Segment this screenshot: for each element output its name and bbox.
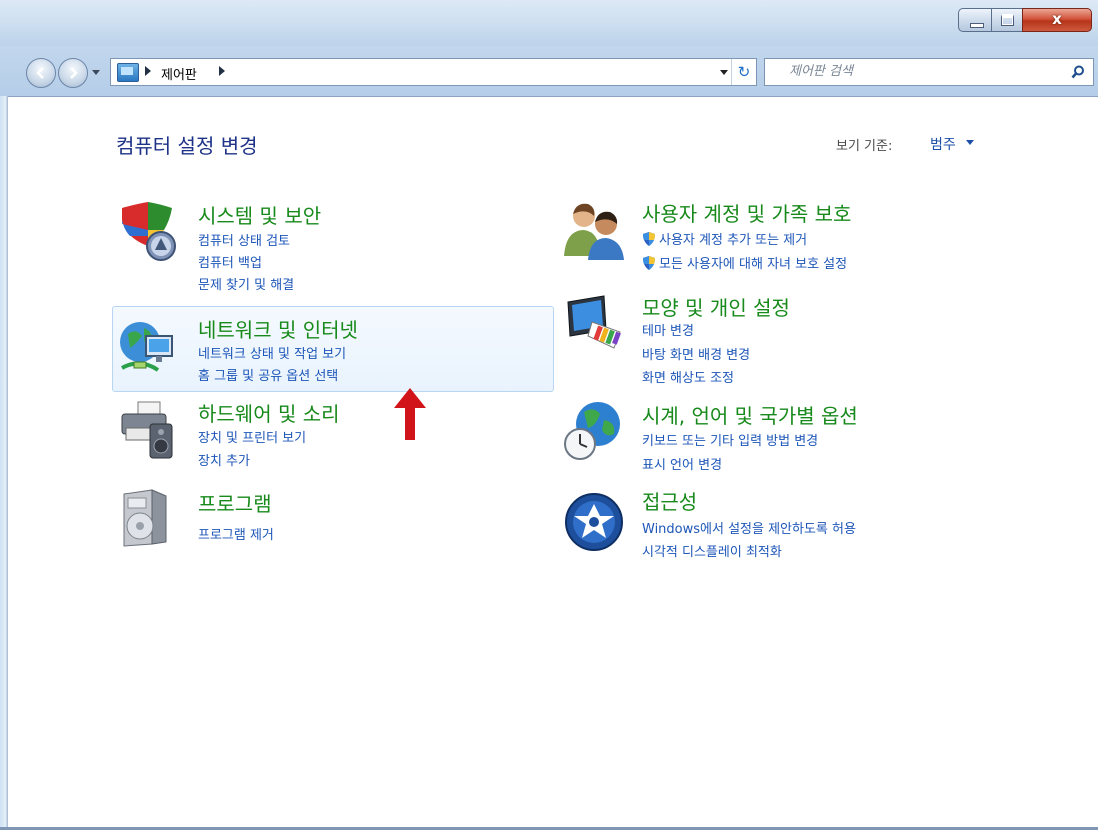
chevron-right-icon[interactable] [145,66,151,76]
refresh-button[interactable]: ↻ [731,59,756,85]
page-title: 컴퓨터 설정 변경 [116,134,258,158]
search-box[interactable] [764,58,1094,86]
link-adjust-resolution[interactable]: 화면 해상도 조정 [642,367,734,386]
back-button[interactable] [26,58,56,88]
category-title[interactable]: 네트워크 및 인터넷 [198,314,358,343]
category-title[interactable]: 접근성 [642,486,697,515]
ease-of-access-icon[interactable] [562,490,626,554]
annotation-arrow-icon [394,388,426,440]
chevron-right-icon[interactable] [219,66,225,76]
link-parental-controls[interactable]: 모든 사용자에 대해 자녀 보호 설정 [642,253,847,272]
control-panel-window: x 제어판 ↻ 컴퓨터 설정 변경 보기 기준: 범주 [0,0,1098,830]
address-history-dropdown[interactable] [720,70,728,75]
window-left-border [0,96,8,830]
link-change-display-language[interactable]: 표시 언어 변경 [642,454,722,473]
link-add-remove-accounts[interactable]: 사용자 계정 추가 또는 제거 [642,229,807,248]
link-devices-printers[interactable]: 장치 및 프린터 보기 [198,427,306,446]
address-bar[interactable]: 제어판 ↻ [110,58,757,86]
arrow-left-icon [36,67,44,79]
globe-clock-icon[interactable] [562,398,626,462]
category-title[interactable]: 사용자 계정 및 가족 보호 [642,198,851,227]
uac-shield-icon [643,232,655,246]
breadcrumb-control-panel[interactable]: 제어판 [161,64,197,83]
printer-speaker-icon[interactable] [116,398,180,462]
uac-shield-icon [643,256,655,270]
forward-button[interactable] [58,58,88,88]
link-let-windows-suggest[interactable]: Windows에서 설정을 제안하도록 허용 [642,518,856,537]
link-add-device[interactable]: 장치 추가 [198,450,250,469]
arrow-right-icon [70,67,78,79]
category-title[interactable]: 하드웨어 및 소리 [198,398,340,427]
category-title[interactable]: 프로그램 [198,488,272,517]
view-by-label: 보기 기준: [836,139,893,154]
category-title[interactable]: 모양 및 개인 설정 [642,292,790,321]
search-input[interactable] [787,63,1061,80]
view-by-dropdown[interactable]: 범주 [930,134,956,154]
link-change-background[interactable]: 바탕 화면 배경 변경 [642,344,750,363]
minimize-button[interactable] [958,8,992,32]
chevron-down-icon[interactable] [966,140,974,145]
title-bar[interactable] [0,0,1098,46]
link-backup-computer[interactable]: 컴퓨터 백업 [198,252,262,271]
shield-icon[interactable] [116,200,180,264]
maximize-button[interactable] [991,8,1023,32]
users-icon[interactable] [562,198,626,262]
close-icon: x [1052,10,1062,28]
control-panel-icon [117,63,139,82]
link-uninstall-program[interactable]: 프로그램 제거 [198,524,274,543]
refresh-icon: ↻ [737,63,751,81]
network-globe-icon[interactable] [116,314,180,378]
monitor-palette-icon[interactable] [562,292,626,356]
programs-box-icon[interactable] [116,486,180,550]
category-title[interactable]: 시계, 언어 및 국가별 옵션 [642,400,858,429]
recent-pages-dropdown[interactable] [92,70,100,75]
link-homegroup-sharing[interactable]: 홈 그룹 및 공유 옵션 선택 [198,365,338,384]
link-label: 사용자 계정 추가 또는 제거 [659,233,808,248]
link-optimize-visual-display[interactable]: 시각적 디스플레이 최적화 [642,541,782,560]
link-change-theme[interactable]: 테마 변경 [642,320,694,339]
link-label: 모든 사용자에 대해 자녀 보호 설정 [659,257,848,272]
close-button[interactable]: x [1022,8,1092,32]
category-title[interactable]: 시스템 및 보안 [198,200,321,229]
search-icon[interactable] [1071,65,1085,79]
link-review-computer-status[interactable]: 컴퓨터 상태 검토 [198,230,290,249]
link-change-keyboard[interactable]: 키보드 또는 기타 입력 방법 변경 [642,430,818,449]
link-troubleshoot[interactable]: 문제 찾기 및 해결 [198,274,294,293]
link-network-status[interactable]: 네트워크 상태 및 작업 보기 [198,343,346,362]
